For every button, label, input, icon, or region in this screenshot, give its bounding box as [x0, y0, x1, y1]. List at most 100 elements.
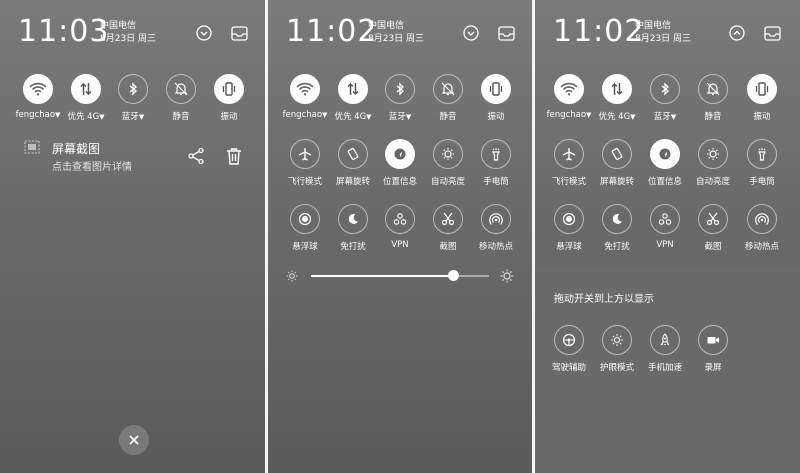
inbox-icon[interactable] — [763, 24, 781, 42]
trash-icon[interactable] — [226, 147, 242, 165]
toggle-vibrate[interactable]: 振动 — [471, 74, 521, 122]
toggle-label: 手电筒 — [483, 177, 509, 187]
rotate-icon — [347, 147, 359, 161]
toggle-label: 蓝牙 — [653, 112, 671, 122]
toggle-wifi[interactable]: fengchao▼ — [544, 74, 594, 120]
mute-bell-icon — [441, 82, 455, 96]
toggle-mobile-data[interactable]: 优先 4G▼ — [61, 74, 111, 122]
clear-all-close-button[interactable] — [119, 425, 149, 455]
expand-chevron-down-icon[interactable] — [195, 24, 213, 42]
toggle-label: 手电筒 — [749, 177, 775, 187]
brightness-slider-fill — [311, 275, 454, 277]
toggle-label: 飞行模式 — [551, 177, 586, 187]
auto-brightness-icon — [442, 148, 454, 160]
steering-wheel-icon — [562, 333, 576, 347]
notification-title: 屏幕截图 — [52, 142, 101, 156]
toggle-driving-assist[interactable]: 驾驶辅助 — [544, 325, 594, 373]
toggle-screen-record[interactable]: 录屏 — [688, 325, 738, 373]
toggle-vibrate[interactable]: 振动 — [204, 74, 254, 122]
toggle-auto-brightness[interactable]: 自动亮度 — [688, 139, 738, 187]
toggle-hotspot[interactable]: 移动热点 — [737, 204, 787, 252]
toggle-label: 蓝牙 — [121, 112, 139, 122]
mute-bell-icon — [706, 82, 720, 96]
share-icon[interactable] — [187, 147, 205, 165]
bluetooth-icon — [661, 82, 669, 96]
toggle-eye-care[interactable]: 护眼模式 — [592, 325, 642, 373]
toggle-mobile-data[interactable]: 优先 4G▼ — [328, 74, 378, 122]
toggle-label: 优先 4G — [67, 112, 100, 122]
toggle-label: 优先 4G — [334, 112, 367, 122]
carrier-date: 中国电信 8月23日 周三 — [368, 20, 424, 46]
toggle-label: VPN — [656, 240, 674, 250]
toggle-label: 移动热点 — [744, 242, 779, 252]
mute-bell-icon — [174, 82, 188, 96]
toggle-flashlight[interactable]: 手电筒 — [471, 139, 521, 187]
toggle-vibrate[interactable]: 振动 — [737, 74, 787, 122]
moon-icon — [612, 213, 622, 224]
toggle-auto-brightness[interactable]: 自动亮度 — [423, 139, 473, 187]
expand-chevron-down-icon[interactable] — [462, 24, 480, 42]
toggle-bluetooth[interactable]: 蓝牙▼ — [640, 74, 690, 122]
toggle-mute[interactable]: 静音 — [688, 74, 738, 122]
toggle-location[interactable]: 位置信息 — [375, 139, 425, 187]
brightness-high-icon — [500, 269, 514, 283]
toggle-label: 截图 — [704, 242, 722, 252]
toggle-float-ball[interactable]: 悬浮球 — [280, 204, 330, 252]
notification-shade-panel-3: 11:02 中国电信 8月23日 周三 fengchao▼ 优先 4G▼ 蓝牙▼… — [535, 0, 800, 473]
toggle-label: 免打扰 — [340, 242, 366, 252]
toggle-label: 飞行模式 — [287, 177, 322, 187]
toggle-do-not-disturb[interactable]: 免打扰 — [592, 204, 642, 252]
toggle-wifi[interactable]: fengchao▼ — [280, 74, 330, 120]
toggle-float-ball[interactable]: 悬浮球 — [544, 204, 594, 252]
toggle-hotspot[interactable]: 移动热点 — [471, 204, 521, 252]
inbox-icon[interactable] — [497, 24, 515, 42]
toggle-mobile-data[interactable]: 优先 4G▼ — [592, 74, 642, 122]
toggle-label: 振动 — [753, 112, 771, 122]
scissors-icon — [706, 212, 720, 226]
vpn-icon — [658, 213, 672, 225]
toggle-label: 自动亮度 — [695, 177, 730, 187]
toggle-mute[interactable]: 静音 — [423, 74, 473, 122]
rocket-icon — [660, 333, 670, 346]
toggle-phone-boost[interactable]: 手机加速 — [640, 325, 690, 373]
toggle-do-not-disturb[interactable]: 免打扰 — [328, 204, 378, 252]
brightness-slider-thumb[interactable] — [447, 270, 459, 281]
toggle-bluetooth[interactable]: 蓝牙▼ — [375, 74, 425, 122]
toggle-mute[interactable]: 静音 — [156, 74, 206, 122]
date-label: 8月23日 周三 — [635, 34, 692, 44]
toggle-location[interactable]: 位置信息 — [640, 139, 690, 187]
clock: 11:02 — [553, 14, 645, 49]
toggle-airplane[interactable]: 飞行模式 — [544, 139, 594, 187]
data-arrows-icon — [611, 82, 623, 96]
toggle-label: 优先 4G — [598, 112, 631, 122]
collapse-chevron-up-icon[interactable] — [728, 24, 746, 42]
screenshot-app-icon — [24, 139, 40, 155]
location-icon — [659, 148, 671, 160]
carrier-label: 中国电信 — [368, 21, 405, 31]
inbox-icon[interactable] — [230, 24, 248, 42]
toggle-bluetooth[interactable]: 蓝牙▼ — [108, 74, 158, 122]
toggle-flashlight[interactable]: 手电筒 — [737, 139, 787, 187]
toggle-airplane[interactable]: 飞行模式 — [280, 139, 330, 187]
brightness-slider[interactable] — [311, 270, 489, 281]
notification-shade-panel-1: 11:03 中国电信 8月23日 周三 fengchao▼ 优先 4G▼ 蓝牙▼… — [0, 0, 265, 473]
toggle-label: 悬浮球 — [292, 242, 318, 252]
screen-record-icon — [707, 337, 719, 344]
toggle-screenshot[interactable]: 截图 — [423, 204, 473, 252]
toggle-label: 振动 — [220, 112, 238, 122]
flashlight-icon — [758, 148, 766, 161]
toggle-screenshot[interactable]: 截图 — [688, 204, 738, 252]
auto-brightness-icon — [707, 148, 719, 160]
float-ball-icon — [562, 212, 576, 226]
moon-icon — [348, 213, 358, 224]
toggle-rotate[interactable]: 屏幕旋转 — [592, 139, 642, 187]
toggle-vpn[interactable]: VPN — [375, 204, 425, 250]
toggle-label: 位置信息 — [647, 177, 682, 187]
toggle-rotate[interactable]: 屏幕旋转 — [328, 139, 378, 187]
bluetooth-icon — [396, 82, 404, 96]
toggle-wifi[interactable]: fengchao▼ — [13, 74, 63, 120]
toggle-vpn[interactable]: VPN — [640, 204, 690, 250]
vibrate-icon — [489, 82, 503, 96]
toggle-label: 振动 — [487, 112, 505, 122]
float-ball-icon — [298, 212, 312, 226]
